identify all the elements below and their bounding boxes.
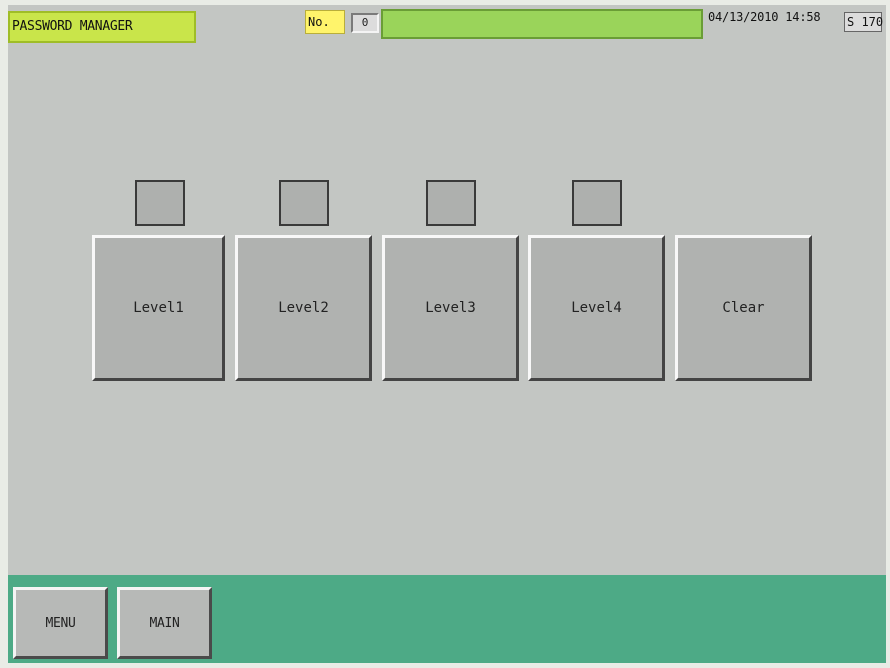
main-button-label: MAIN: [149, 615, 180, 631]
level2-indicator: [279, 180, 329, 226]
level3-indicator: [426, 180, 476, 226]
level3-button-label: Level3: [425, 300, 476, 316]
s-value-field: S 170: [844, 12, 883, 32]
number-label: No.: [305, 10, 345, 34]
level4-button[interactable]: Level4: [528, 235, 665, 381]
level2-button[interactable]: Level2: [235, 235, 372, 381]
level2-button-label: Level2: [278, 300, 329, 316]
clear-button[interactable]: Clear: [675, 235, 812, 381]
level1-indicator: [135, 180, 185, 226]
footer-bar: MENU MAIN: [8, 575, 886, 663]
clear-button-label: Clear: [722, 300, 765, 316]
status-bar: [381, 9, 703, 39]
level1-button[interactable]: Level1: [92, 235, 225, 381]
number-value-field[interactable]: 0: [351, 13, 379, 33]
menu-button[interactable]: MENU: [13, 587, 108, 659]
level4-button-label: Level4: [571, 300, 622, 316]
level4-indicator: [572, 180, 622, 226]
page-title: PASSWORD MANAGER: [8, 11, 196, 43]
main-button[interactable]: MAIN: [117, 587, 212, 659]
level3-button[interactable]: Level3: [382, 235, 519, 381]
level1-button-label: Level1: [133, 300, 184, 316]
hmi-screen: PASSWORD MANAGER No. 0 04/13/2010 14:58 …: [8, 5, 886, 663]
date-time-display: 04/13/2010 14:58: [708, 10, 821, 24]
menu-button-label: MENU: [45, 615, 76, 631]
